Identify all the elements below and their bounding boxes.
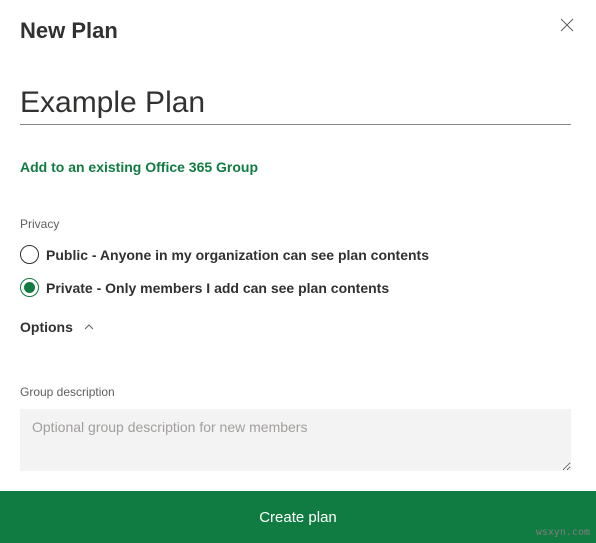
radio-icon (20, 245, 39, 264)
radio-label: Private - Only members I add can see pla… (46, 280, 389, 296)
options-label: Options (20, 319, 73, 335)
privacy-option-private[interactable]: Private - Only members I add can see pla… (20, 278, 576, 297)
group-description-textarea[interactable] (20, 409, 571, 471)
close-button[interactable] (558, 16, 576, 38)
privacy-section-label: Privacy (20, 217, 576, 231)
new-plan-dialog: New Plan Add to an existing Office 365 G… (0, 0, 596, 543)
plan-name-input[interactable] (20, 86, 571, 125)
dialog-title: New Plan (20, 18, 118, 44)
group-description-label: Group description (20, 385, 576, 399)
close-icon (560, 18, 574, 32)
create-plan-button-label: Create plan (259, 509, 337, 526)
options-toggle[interactable]: Options (20, 319, 95, 335)
dialog-header: New Plan (20, 18, 576, 44)
privacy-option-public[interactable]: Public - Anyone in my organization can s… (20, 245, 576, 264)
add-to-existing-group-link[interactable]: Add to an existing Office 365 Group (20, 159, 258, 175)
privacy-radio-group: Public - Anyone in my organization can s… (20, 245, 576, 297)
radio-icon-selected (20, 278, 39, 297)
watermark: wsxyn.com (536, 527, 590, 538)
chevron-up-icon (83, 321, 95, 333)
create-plan-button[interactable]: Create plan (0, 491, 596, 543)
radio-label: Public - Anyone in my organization can s… (46, 247, 429, 263)
